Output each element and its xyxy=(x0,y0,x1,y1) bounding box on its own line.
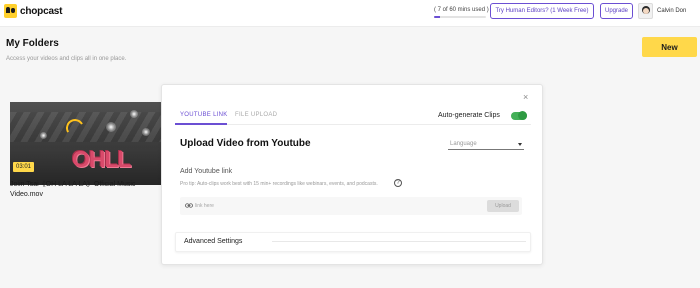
tab-youtube-link[interactable]: YOUTUBE LINK xyxy=(180,112,228,118)
page-title: My Folders xyxy=(6,38,59,49)
video-thumbnail-light xyxy=(130,110,138,118)
chopcast-logo-icon xyxy=(4,4,17,18)
new-button[interactable]: New xyxy=(642,37,697,57)
top-navbar xyxy=(0,0,700,27)
advanced-settings-label[interactable]: Advanced Settings xyxy=(184,238,242,245)
advanced-settings-divider xyxy=(272,241,526,242)
video-thumbnail-light xyxy=(142,128,150,136)
chopcast-logo[interactable]: chopcast xyxy=(4,4,63,18)
pro-tip-text: Pro tip: Auto-clips work best with 15 mi… xyxy=(180,181,378,187)
upload-button[interactable]: Upload xyxy=(487,200,519,212)
video-thumbnail-balloon-text: OHLL xyxy=(72,146,132,172)
video-thumbnail-ceiling xyxy=(10,102,162,148)
tab-file-upload[interactable]: FILE UPLOAD xyxy=(235,112,277,118)
upload-title: Upload Video from Youtube xyxy=(180,138,311,149)
usage-counter: ( 7 of 60 mins used ) xyxy=(434,7,489,13)
chevron-down-icon xyxy=(518,143,522,146)
usage-progress-fill xyxy=(434,16,441,18)
user-avatar[interactable] xyxy=(638,3,653,19)
auto-generate-clips-label: Auto-generate Clips xyxy=(438,112,500,119)
page-subtitle: Access your videos and clips all in one … xyxy=(6,56,127,62)
tab-divider xyxy=(175,124,531,125)
video-thumbnail[interactable]: OHLL xyxy=(10,102,162,185)
link-icon xyxy=(185,203,193,208)
try-human-editors-button[interactable]: Try Human Editors? (1 Week Free) xyxy=(490,3,594,19)
auto-generate-clips-toggle[interactable] xyxy=(511,111,527,120)
add-youtube-link-label: Add Youtube link xyxy=(180,168,233,175)
active-tab-indicator xyxy=(175,123,227,125)
close-icon[interactable]: × xyxy=(523,93,528,102)
help-icon[interactable]: ? xyxy=(394,179,402,187)
logo-text: chopcast xyxy=(20,5,63,17)
user-name[interactable]: Calvin Don xyxy=(657,8,686,14)
video-thumbnail-light xyxy=(40,132,47,139)
video-thumbnail-light xyxy=(106,122,116,132)
usage-progress-bar xyxy=(434,16,486,18)
language-select[interactable]: Language xyxy=(448,139,524,150)
language-select-value: Language xyxy=(450,141,477,147)
youtube-link-input[interactable] xyxy=(195,200,445,212)
video-duration-badge: 03:01 xyxy=(13,162,35,172)
video-title[interactable]: Jolin Tsai《OH LA LA LA》Official Music Vi… xyxy=(10,180,160,200)
upgrade-button[interactable]: Upgrade xyxy=(600,3,633,19)
